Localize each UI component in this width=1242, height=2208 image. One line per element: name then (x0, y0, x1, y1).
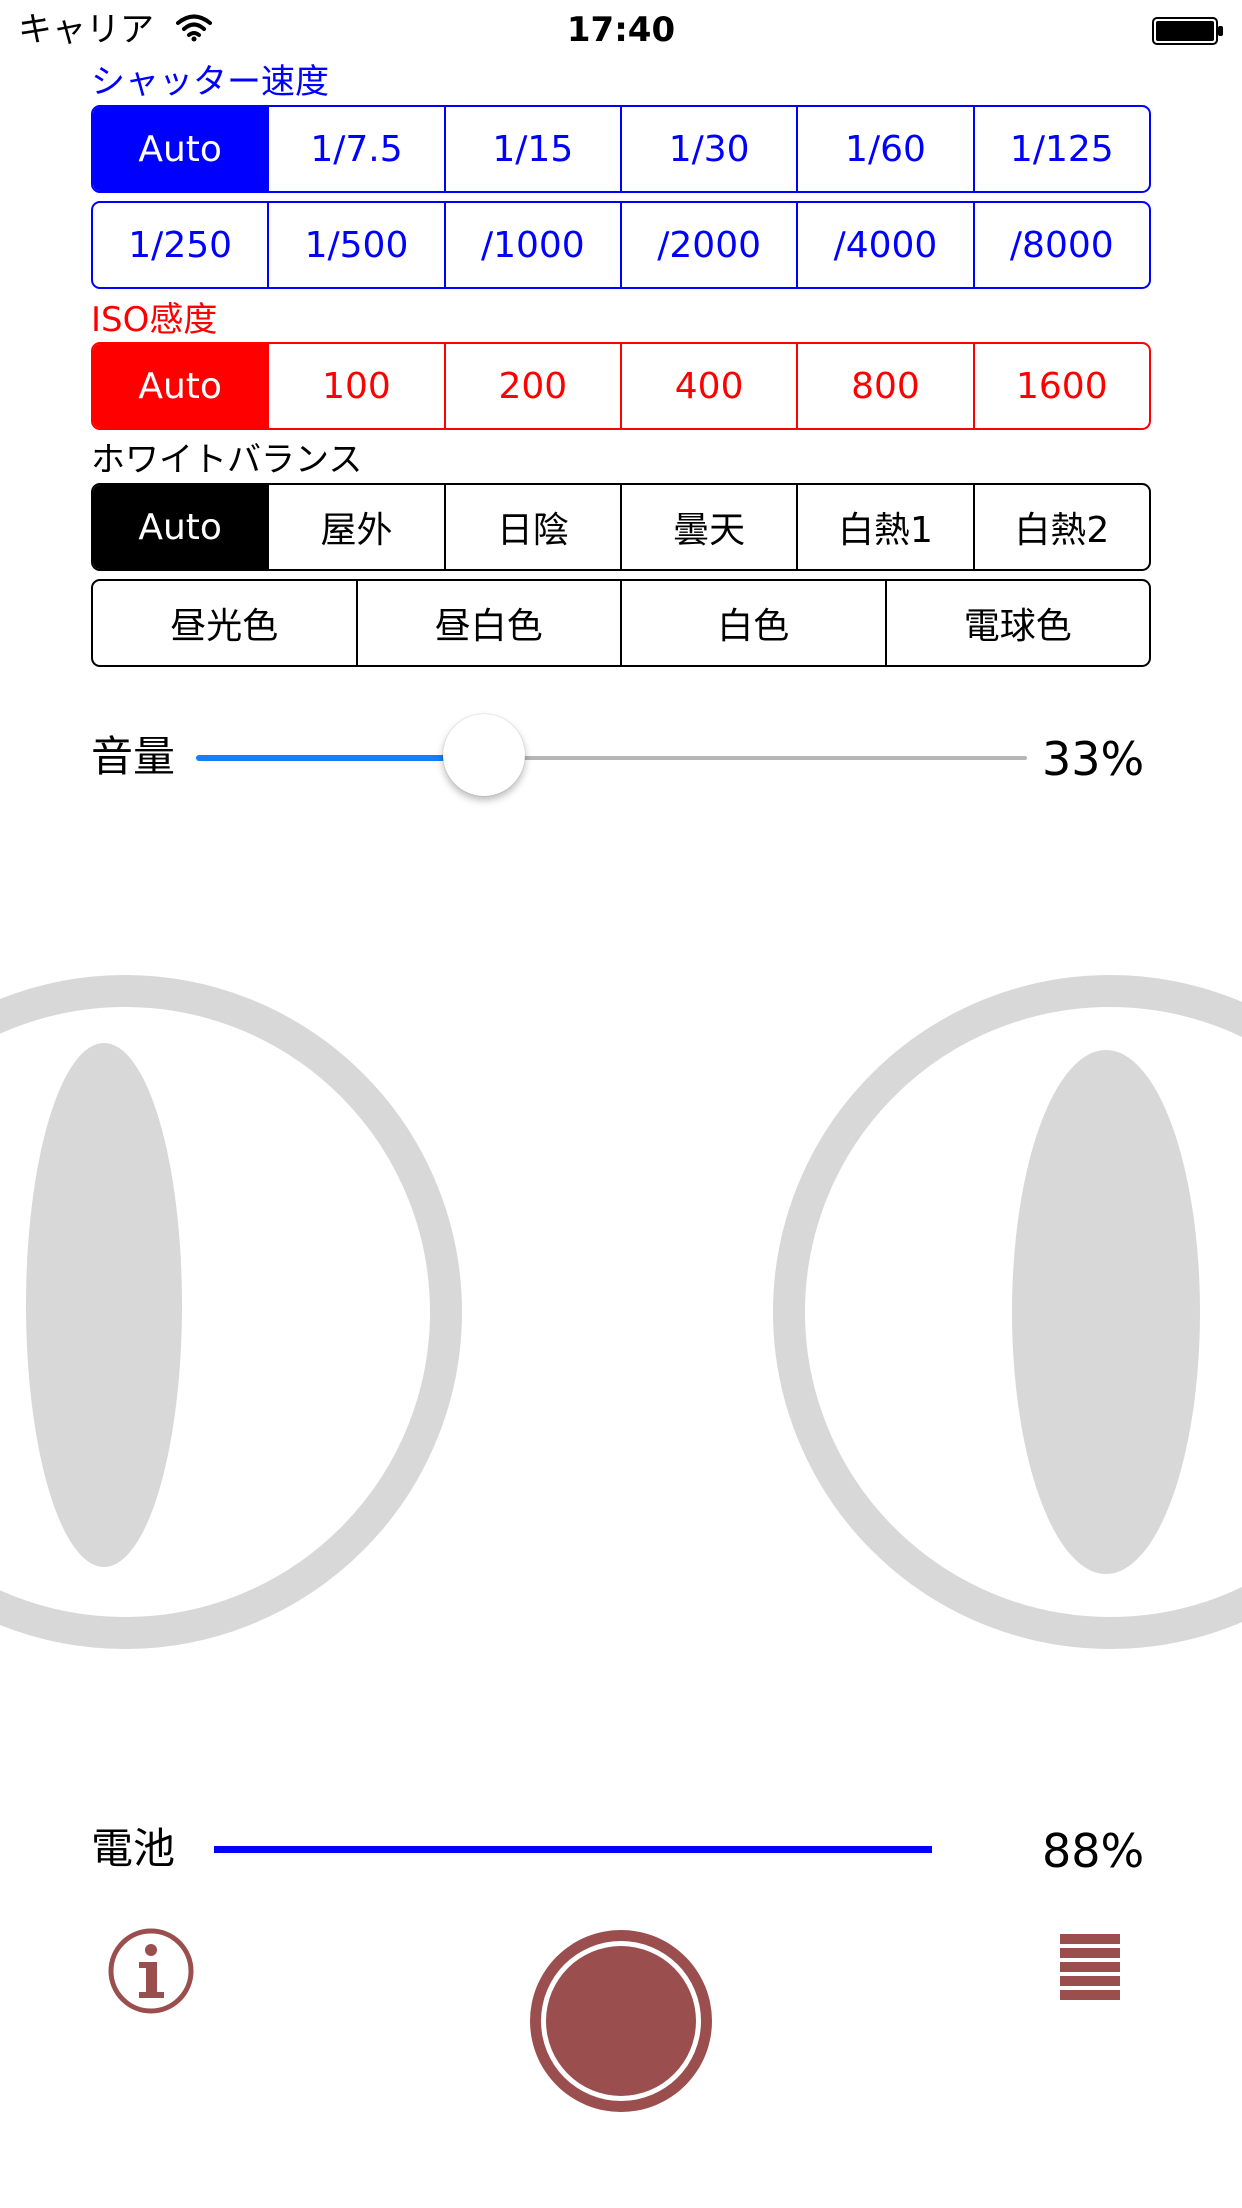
left-eye (0, 975, 462, 1649)
right-eye (773, 975, 1242, 1649)
battery-label: 電池 (91, 1824, 176, 1873)
menu-list-icon[interactable] (1058, 1932, 1122, 2004)
info-icon[interactable] (106, 1926, 196, 2016)
record-shutter-icon[interactable] (525, 1925, 717, 2117)
battery-value: 88% (1042, 1824, 1145, 1878)
battery-level-bar (214, 1846, 932, 1853)
